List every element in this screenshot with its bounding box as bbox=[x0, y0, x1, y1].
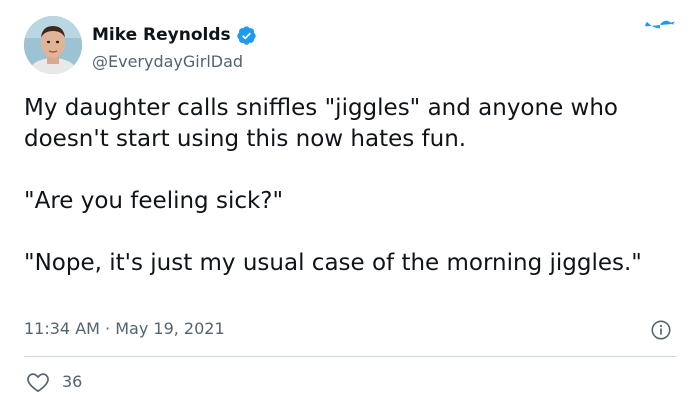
meta-separator: · bbox=[105, 319, 111, 338]
avatar[interactable] bbox=[24, 16, 82, 74]
author-display-name[interactable]: Mike Reynolds bbox=[92, 24, 231, 46]
tweet-paragraph: "Are you feeling sick?" bbox=[24, 188, 284, 214]
tweet-paragraph: My daughter calls sniffles "jiggles" and… bbox=[24, 95, 619, 152]
tweet-timestamp[interactable]: 11:34 AM · May 19, 2021 bbox=[24, 318, 225, 340]
author-handle[interactable]: @EverydayGirlDad bbox=[92, 51, 243, 73]
profile-photo bbox=[24, 16, 82, 74]
tweet-card: Mike Reynolds @EverydayGirlDad My daught… bbox=[0, 0, 700, 411]
twitter-bird-icon[interactable] bbox=[645, 20, 676, 47]
tweet-paragraph: "Nope, it's just my usual case of the mo… bbox=[24, 250, 642, 276]
like-button[interactable]: 36 bbox=[26, 371, 82, 393]
info-icon[interactable] bbox=[650, 319, 672, 341]
divider bbox=[24, 356, 677, 357]
author-name-row[interactable]: Mike Reynolds bbox=[92, 24, 257, 46]
tweet-text: My daughter calls sniffles "jiggles" and… bbox=[24, 93, 664, 279]
like-count: 36 bbox=[62, 372, 83, 391]
tweet-time: 11:34 AM bbox=[24, 319, 100, 338]
tweet-date: May 19, 2021 bbox=[115, 319, 225, 338]
verified-badge-icon bbox=[236, 25, 256, 45]
heart-icon[interactable] bbox=[26, 371, 50, 393]
